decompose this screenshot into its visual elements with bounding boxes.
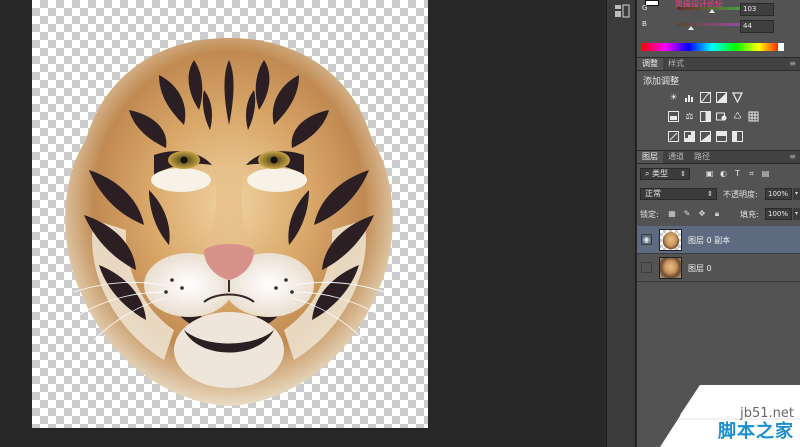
- smart-object-filter-icon[interactable]: ▤: [761, 168, 770, 179]
- invert-icon[interactable]: [667, 130, 680, 143]
- levels-icon[interactable]: [683, 91, 696, 104]
- tab-styles[interactable]: 样式: [663, 58, 689, 70]
- tiger-face-image: [65, 38, 393, 406]
- fill-label: 填充:: [740, 210, 759, 219]
- lock-fill-row: 锁定: ▦ ✎ ✥ 🔒︎ 填充: 100% ▾: [637, 205, 800, 223]
- fill-input[interactable]: 100%: [765, 208, 792, 220]
- tab-layers[interactable]: 图层: [637, 151, 663, 163]
- adjustment-icons-row-2: ⚖ ♺: [667, 110, 760, 123]
- vibrance-icon[interactable]: [731, 91, 744, 104]
- tab-paths[interactable]: 路径: [689, 151, 715, 163]
- photo-filter-icon[interactable]: [715, 110, 728, 123]
- layer-filter-select[interactable]: ⌕ 类型 ⇕: [640, 168, 690, 180]
- layer-row-copy[interactable]: ◉ 图层 0 副本: [637, 226, 800, 254]
- color-spectrum-bar[interactable]: [642, 43, 782, 51]
- blend-mode-value: 正常: [645, 189, 661, 198]
- curves-icon[interactable]: [699, 91, 712, 104]
- g-channel-value[interactable]: 103: [740, 3, 774, 16]
- channel-mixer-icon[interactable]: ♺: [731, 110, 744, 123]
- blend-mode-select[interactable]: 正常 ⇕: [640, 188, 717, 200]
- visibility-toggle[interactable]: [641, 262, 652, 273]
- watermark-name: 脚本之家: [718, 421, 794, 442]
- exposure-icon[interactable]: [715, 91, 728, 104]
- lock-image-pixels-icon[interactable]: ✎: [682, 208, 692, 219]
- type-layer-filter-icon[interactable]: T: [733, 168, 742, 179]
- fill-dropdown-icon[interactable]: ▾: [793, 208, 800, 220]
- tab-channels[interactable]: 通道: [663, 151, 689, 163]
- chevron-updown-icon: ⇕: [707, 190, 713, 198]
- b-channel-label: B: [642, 20, 647, 28]
- layer-name[interactable]: 图层 0 副本: [688, 235, 730, 246]
- right-panels: 思缘设计论坛 G 103 B 44 调整 样式 ≡ 添加调整 ☀ ⚖ ♺ 图层 …: [637, 0, 800, 447]
- b-slider-thumb[interactable]: [688, 26, 694, 30]
- lock-icons: ▦ ✎ ✥ 🔒︎: [667, 208, 722, 219]
- eye-icon[interactable]: ◉: [641, 234, 652, 245]
- opacity-input[interactable]: 100%: [765, 188, 792, 200]
- color-balance-icon[interactable]: ⚖: [683, 110, 696, 123]
- search-icon: ⌕: [645, 169, 650, 178]
- layer-list: ◉ 图层 0 副本 图层 0: [637, 226, 800, 282]
- layer-thumbnail: [659, 257, 682, 279]
- lock-label: 锁定:: [640, 210, 659, 219]
- tab-adjustments[interactable]: 调整: [637, 58, 663, 70]
- g-slider-thumb[interactable]: [709, 9, 715, 13]
- pixel-layer-filter-icon[interactable]: ▣: [705, 168, 714, 179]
- adjustments-tabbar: 调整 样式 ≡: [637, 58, 800, 71]
- panel-menu-icon[interactable]: ≡: [789, 59, 796, 68]
- chevron-updown-icon: ⇕: [680, 170, 686, 178]
- hue-saturation-icon[interactable]: [667, 110, 680, 123]
- layer-filter-value: 类型: [652, 169, 669, 178]
- panel-expand-icon[interactable]: [614, 4, 630, 18]
- layer-thumbnail: [659, 229, 682, 251]
- lock-position-icon[interactable]: ✥: [697, 208, 707, 219]
- brightness-contrast-icon[interactable]: ☀: [667, 91, 680, 104]
- layer-filter-icons: ▣ ◐ T ⌗ ▤: [705, 168, 770, 179]
- layers-panel-menu-icon[interactable]: ≡: [789, 152, 796, 161]
- panel-dock-strip: [606, 0, 636, 447]
- layer-filter-row: ⌕ 类型 ⇕ ▣ ◐ T ⌗ ▤: [637, 165, 800, 183]
- shape-layer-filter-icon[interactable]: ⌗: [747, 168, 756, 179]
- add-adjustment-title: 添加调整: [643, 77, 680, 87]
- selective-color-icon[interactable]: [731, 130, 744, 143]
- layer-name[interactable]: 图层 0: [688, 263, 712, 274]
- gradient-map-icon[interactable]: [715, 130, 728, 143]
- adjustment-layer-filter-icon[interactable]: ◐: [719, 168, 728, 179]
- lock-all-icon[interactable]: 🔒︎: [712, 208, 722, 219]
- opacity-dropdown-icon[interactable]: ▾: [793, 188, 800, 200]
- b-channel-value[interactable]: 44: [740, 20, 774, 33]
- g-channel-label: G: [642, 4, 648, 12]
- layer-row-base[interactable]: 图层 0: [637, 254, 800, 282]
- color-lookup-icon[interactable]: [747, 110, 760, 123]
- threshold-icon[interactable]: [699, 130, 712, 143]
- layers-tabbar: 图层 通道 路径 ≡: [637, 151, 800, 164]
- canvas-workspace: [0, 0, 606, 447]
- lock-transparent-pixels-icon[interactable]: ▦: [667, 208, 677, 219]
- opacity-label: 不透明度:: [723, 190, 758, 199]
- black-white-icon[interactable]: [699, 110, 712, 123]
- adjustments-panel: 调整 样式 ≡ 添加调整 ☀ ⚖ ♺: [637, 58, 800, 150]
- site-watermark: jb51.net 脚本之家: [660, 385, 800, 447]
- spectrum-white-swatch[interactable]: [778, 43, 784, 51]
- posterize-icon[interactable]: [683, 130, 696, 143]
- adjustment-icons-row-3: [667, 130, 744, 143]
- document-canvas[interactable]: [32, 0, 428, 428]
- adjustment-icons-row-1: ☀: [667, 91, 744, 104]
- color-panel: 思缘设计论坛 G 103 B 44: [637, 0, 800, 58]
- blend-mode-row: 正常 ⇕ 不透明度: 100% ▾: [637, 185, 800, 203]
